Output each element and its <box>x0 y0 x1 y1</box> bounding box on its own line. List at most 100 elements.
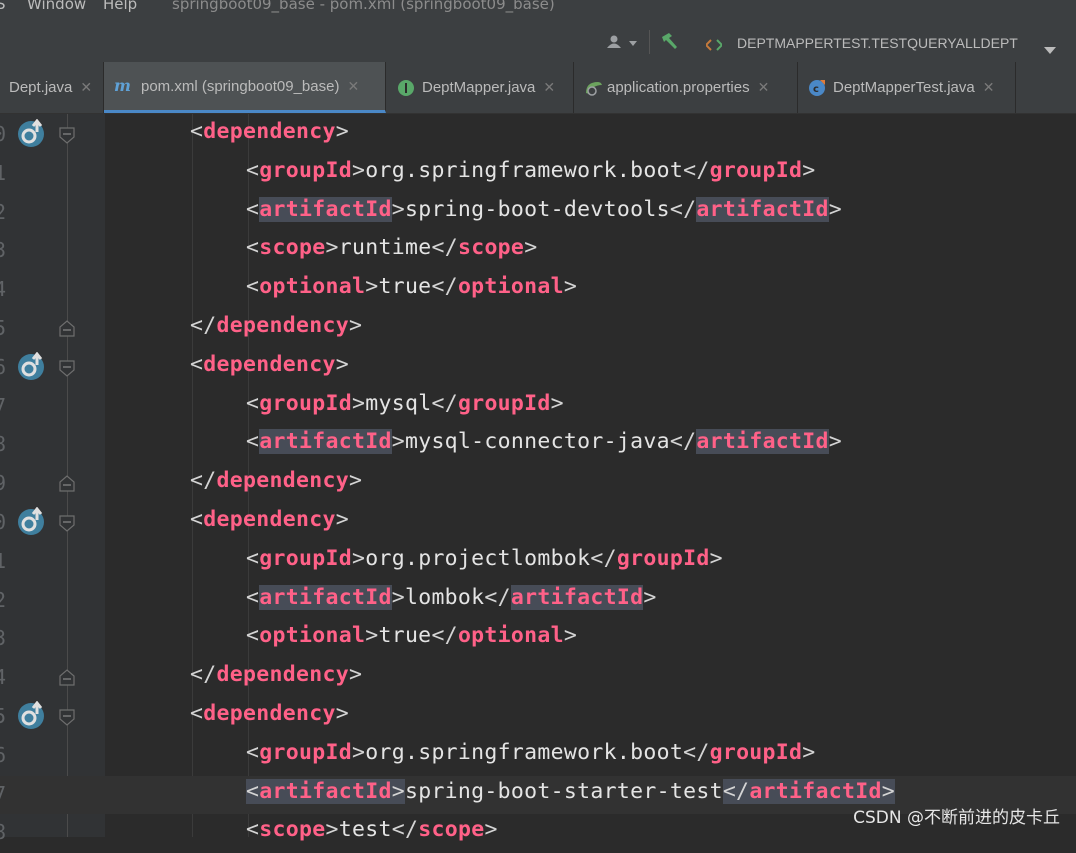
xml-text-value: lombok <box>404 584 485 610</box>
xml-punct: > <box>828 429 843 455</box>
tab-deptmapper-java[interactable]: DeptMapper.java ✕ <box>386 62 574 113</box>
properties-icon <box>584 79 604 97</box>
tab-application-properties[interactable]: application.properties ✕ <box>574 62 798 113</box>
toolbar-divider <box>649 30 650 54</box>
code-line: 3 <optional>true</optional> <box>0 620 1076 659</box>
menu-item-help[interactable]: Help <box>103 0 137 13</box>
xml-tag-name: groupId <box>259 390 352 416</box>
xml-tag-name: groupId <box>709 739 803 765</box>
fold-icon[interactable] <box>59 474 75 492</box>
xml-punct: > <box>335 119 349 144</box>
xml-tag-name: artifactId <box>259 196 392 222</box>
xml-punct: > <box>351 390 366 416</box>
code-line: 0 <dependency> <box>0 116 1076 155</box>
xml-punct: > <box>550 390 564 416</box>
code-text: <groupId>org.projectlombok</groupId> <box>246 546 723 571</box>
xml-text-value: mysql <box>365 390 432 416</box>
code-line: 5 </dependency> <box>0 310 1076 349</box>
xml-punct: </ <box>190 662 217 688</box>
xml-tag-name: optional <box>259 623 366 649</box>
code-line: 7 <groupId>mysql</groupId> <box>0 388 1076 427</box>
code-text: <dependency> <box>190 352 349 377</box>
code-text: </dependency> <box>190 468 362 493</box>
code-text: <artifactId>lombok</artifactId> <box>246 584 657 610</box>
close-icon[interactable]: ✕ <box>347 78 359 95</box>
xml-text-value: true <box>378 623 432 649</box>
build-hammer-icon[interactable] <box>659 31 679 55</box>
xml-punct: > <box>325 817 339 843</box>
fold-icon[interactable] <box>59 515 75 532</box>
override-icon[interactable] <box>16 506 46 537</box>
fold-icon[interactable] <box>59 668 75 686</box>
xml-tag-name: dependency <box>216 313 349 338</box>
xml-tag-name: groupId <box>709 157 803 183</box>
xml-tag-name: artifactId <box>259 429 392 455</box>
xml-text-value: runtime <box>338 235 432 261</box>
xml-punct: > <box>524 235 538 261</box>
run-configuration-label[interactable]: DEPTMAPPERTEST.TESTQUERYALLDEPT <box>737 35 1018 51</box>
xml-punct: </ <box>190 468 217 494</box>
code-line: 9 </dependency> <box>0 465 1076 504</box>
code-text: <scope>runtime</scope> <box>246 235 537 260</box>
xml-tag-name: artifactId <box>696 196 829 222</box>
xml-punct: </ <box>431 235 458 261</box>
close-icon[interactable]: ✕ <box>983 79 995 96</box>
close-icon[interactable]: ✕ <box>543 79 555 96</box>
svg-text:m: m <box>114 79 131 93</box>
xml-tag-name: dependency <box>203 119 336 144</box>
user-icon[interactable] <box>607 34 639 53</box>
code-text: <dependency> <box>190 701 349 726</box>
xml-tag-name: groupId <box>616 545 710 571</box>
xml-punct: > <box>709 545 723 571</box>
xml-tag-name: scope <box>457 235 525 261</box>
xml-text-value: mysql-connector-java <box>404 429 670 455</box>
line-number: 4 <box>0 277 7 302</box>
tab-label: DeptMapper.java <box>422 79 536 96</box>
xml-punct: > <box>351 157 366 183</box>
override-icon[interactable] <box>16 351 46 382</box>
fold-icon[interactable] <box>59 360 75 377</box>
xml-punct: > <box>348 662 363 688</box>
xml-punct: > <box>348 468 363 494</box>
override-icon[interactable] <box>16 700 46 731</box>
chevron-down-icon[interactable] <box>1044 40 1056 59</box>
xml-tag-name: dependency <box>203 701 336 726</box>
code-line: 0 <dependency> <box>0 504 1076 543</box>
line-number: 8 <box>0 820 7 845</box>
line-number: 7 <box>0 393 7 418</box>
code-text: <artifactId>spring-boot-starter-test</ar… <box>246 778 896 804</box>
run-config-icon <box>704 36 724 55</box>
fold-icon[interactable] <box>59 709 75 726</box>
editor-tab-bar: Dept.java ✕ m pom.xml (springboot09_base… <box>0 62 1076 114</box>
xml-tag-name: dependency <box>216 662 349 688</box>
close-icon[interactable]: ✕ <box>758 79 770 96</box>
xml-punct: > <box>802 157 816 183</box>
tab-dept-java[interactable]: Dept.java ✕ <box>0 62 104 113</box>
fold-icon[interactable] <box>59 127 75 144</box>
xml-punct: > <box>391 196 405 222</box>
xml-punct: < <box>246 157 260 183</box>
menu-item-cut[interactable]: S <box>0 0 6 13</box>
xml-punct: < <box>190 701 204 726</box>
tab-deptmappertest-java[interactable]: c DeptMapperTest.java ✕ <box>798 62 1016 113</box>
menu-item-window[interactable]: Window <box>27 0 86 13</box>
override-icon[interactable] <box>16 118 46 149</box>
xml-punct: < <box>246 584 260 610</box>
xml-punct: </ <box>722 778 750 804</box>
code-editor[interactable]: 0 <dependency> 1 <groupId>org.springframewo… <box>0 114 1076 844</box>
line-number: 2 <box>0 199 7 224</box>
code-line: 1 <groupId>org.projectlombok</groupId> <box>0 543 1076 582</box>
xml-text-value: org.projectlombok <box>365 545 591 571</box>
xml-tag-name: artifactId <box>696 429 829 455</box>
line-number: 9 <box>0 471 7 496</box>
code-text: <dependency> <box>190 119 349 144</box>
xml-text-value: spring-boot-starter-test <box>404 778 723 804</box>
xml-punct: > <box>348 313 363 338</box>
fold-icon[interactable] <box>59 319 75 337</box>
line-number: 0 <box>0 510 7 534</box>
tab-pom-xml[interactable]: m pom.xml (springboot09_base) ✕ <box>104 62 386 113</box>
line-number: 5 <box>0 704 7 728</box>
tab-label: application.properties <box>607 79 750 96</box>
close-icon[interactable]: ✕ <box>80 79 92 96</box>
line-number: 2 <box>0 587 7 612</box>
